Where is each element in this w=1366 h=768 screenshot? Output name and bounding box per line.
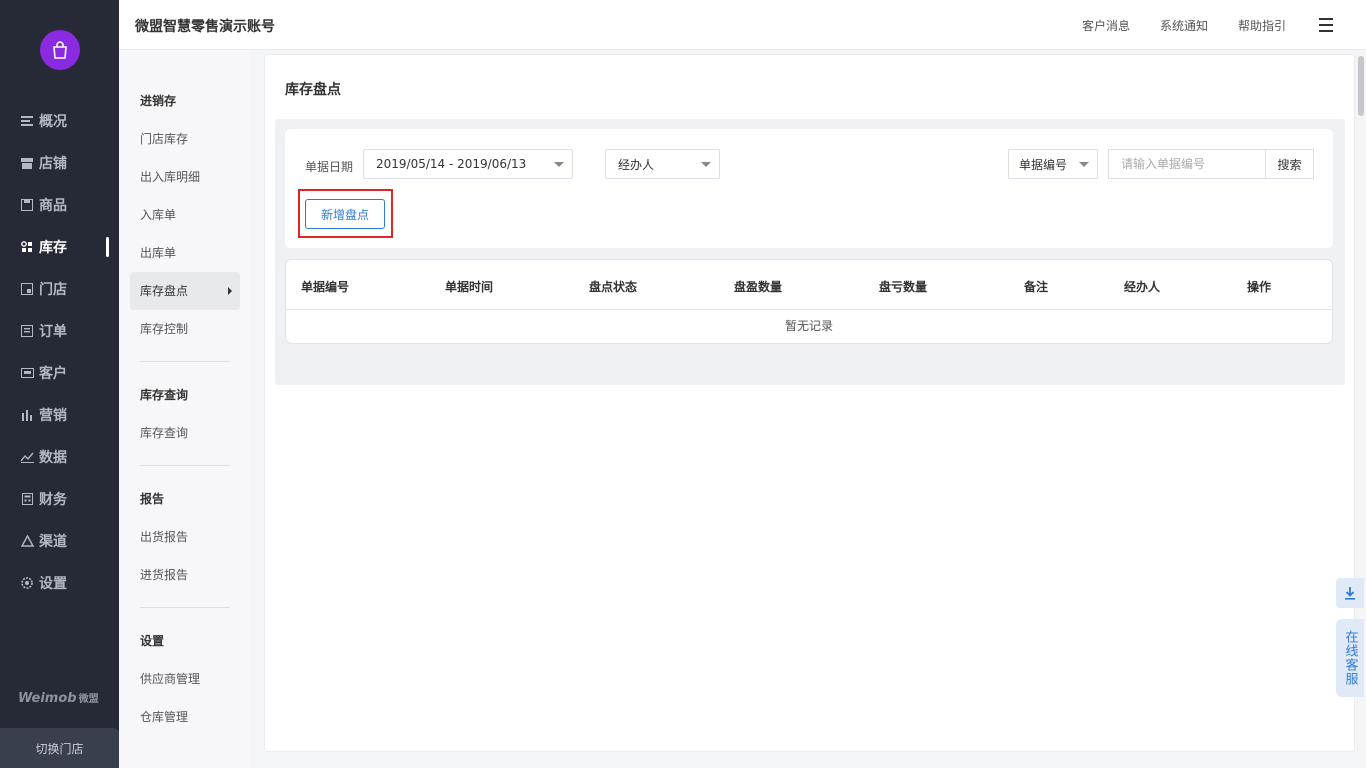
column-header: 操作 — [1247, 280, 1272, 294]
nav-item-channel[interactable]: 渠道 — [0, 520, 119, 562]
grid-icon — [20, 240, 34, 254]
nav-item-order[interactable]: 订单 — [0, 310, 119, 352]
subnav-item-stock-control[interactable]: 库存控制 — [140, 310, 250, 348]
column-header: 盘点状态 — [589, 280, 638, 294]
product-icon — [20, 198, 34, 212]
subnav-group-settings: 设置 供应商管理 仓库管理 — [119, 622, 250, 736]
nav-item-store[interactable]: 店铺 — [0, 142, 119, 184]
nav-item-overview[interactable]: 概况 — [0, 100, 119, 142]
switch-store-button[interactable]: 切换门店 — [0, 728, 119, 768]
gear-icon — [20, 576, 34, 590]
shopping-bag-logo-icon[interactable] — [40, 30, 80, 70]
subnav-group-title: 设置 — [140, 634, 165, 648]
subnav-item-inbound[interactable]: 入库单 — [140, 196, 250, 234]
system-notice-link[interactable]: 系统通知 — [1160, 17, 1208, 34]
subnav-item-purchase-report[interactable]: 进货报告 — [140, 556, 250, 594]
nav-item-shop[interactable]: 门店 — [0, 268, 119, 310]
search-type-select[interactable]: 单据编号 — [1008, 149, 1098, 179]
nav-list: 概况 店铺 商品 库存 门店 订单 客户 营销 数据 财务 渠道 设置 — [0, 100, 119, 604]
subnav-group-title: 库存查询 — [140, 388, 189, 402]
shop-icon — [20, 282, 34, 296]
subnav-item-stocktake[interactable]: 库存盘点 — [130, 272, 240, 310]
bar-icon — [20, 408, 34, 422]
column-header: 备注 — [1024, 280, 1049, 294]
column-header: 单据时间 — [445, 280, 494, 294]
hamburger-menu-icon[interactable] — [1319, 18, 1333, 32]
caret-down-icon — [554, 162, 564, 167]
calculator-icon — [20, 492, 34, 506]
subnav-group-title: 报告 — [140, 492, 165, 506]
subnav-item-shipping-report[interactable]: 出货报告 — [140, 518, 250, 556]
help-guide-link[interactable]: 帮助指引 — [1238, 17, 1286, 34]
divider — [140, 607, 230, 608]
column-header: 盘亏数量 — [879, 280, 928, 294]
subnav-item-stock-query[interactable]: 库存查询 — [140, 414, 250, 452]
operator-select-value: 经办人 — [618, 157, 655, 172]
nav-item-customer[interactable]: 客户 — [0, 352, 119, 394]
search-type-value: 单据编号 — [1019, 157, 1068, 172]
online-service-button[interactable]: 在线客服 — [1336, 619, 1364, 697]
subnav-item-warehouse[interactable]: 仓库管理 — [140, 698, 250, 736]
list-icon — [20, 114, 34, 128]
nav-item-settings[interactable]: 设置 — [0, 562, 119, 604]
search-button[interactable]: 搜索 — [1265, 149, 1314, 179]
date-range-picker[interactable]: 2019/05/14 - 2019/06/13 — [363, 149, 573, 179]
subnav-group-report: 报告 出货报告 进货报告 — [119, 480, 250, 594]
subnav-group-jxc: 进销存 门店库存 出入库明细 入库单 出库单 库存盘点 库存控制 — [119, 82, 250, 348]
filter-bar: 单据日期 2019/05/14 - 2019/06/13 经办人 单据编号 搜索… — [285, 129, 1333, 248]
nav-item-marketing[interactable]: 营销 — [0, 394, 119, 436]
account-name: 微盟智慧零售演示账号 — [135, 19, 275, 35]
subnav-item-in-out-detail[interactable]: 出入库明细 — [140, 158, 250, 196]
subnav-item-supplier[interactable]: 供应商管理 — [140, 660, 250, 698]
search-input[interactable] — [1108, 149, 1266, 179]
top-header: 微盟智慧零售演示账号 客户消息 系统通知 帮助指引 — [119, 0, 1366, 50]
weimob-brand-logo: Weimob 微盟 — [18, 691, 99, 706]
date-range-value: 2019/05/14 - 2019/06/13 — [376, 157, 527, 171]
main-nav: 概况 店铺 商品 库存 门店 订单 客户 营销 数据 财务 渠道 设置 Weim… — [0, 0, 119, 768]
date-label: 单据日期 — [305, 160, 354, 174]
download-icon[interactable] — [1336, 578, 1364, 608]
subnav-item-store-stock[interactable]: 门店库存 — [140, 120, 250, 158]
caret-down-icon — [701, 162, 711, 167]
table-header: 单据编号 单据时间 盘点状态 盘盈数量 盘亏数量 备注 经办人 操作 — [286, 260, 1332, 310]
main-content: 库存盘点 单据日期 2019/05/14 - 2019/06/13 经办人 单据… — [264, 54, 1355, 752]
chart-icon — [20, 450, 34, 464]
store-icon — [20, 156, 34, 170]
customer-messages-link[interactable]: 客户消息 — [1082, 17, 1130, 34]
page-title: 库存盘点 — [285, 82, 341, 98]
scrollbar[interactable] — [1358, 56, 1364, 116]
sub-nav: 进销存 门店库存 出入库明细 入库单 出库单 库存盘点 库存控制 库存查询 库存… — [119, 50, 250, 768]
add-stocktake-button[interactable]: 新增盘点 — [305, 199, 385, 229]
nav-item-product[interactable]: 商品 — [0, 184, 119, 226]
vip-icon — [20, 366, 34, 380]
nav-item-data[interactable]: 数据 — [0, 436, 119, 478]
caret-down-icon — [1079, 162, 1089, 167]
column-header: 经办人 — [1124, 280, 1161, 294]
nav-item-finance[interactable]: 财务 — [0, 478, 119, 520]
divider — [140, 465, 230, 466]
empty-state: 暂无记录 — [784, 319, 833, 333]
subnav-group-title: 进销存 — [140, 94, 177, 108]
order-icon — [20, 324, 34, 338]
nav-item-inventory[interactable]: 库存 — [0, 226, 119, 268]
recycle-icon — [20, 534, 34, 548]
subnav-item-outbound[interactable]: 出库单 — [140, 234, 250, 272]
operator-select[interactable]: 经办人 — [605, 149, 720, 179]
content-panel: 单据日期 2019/05/14 - 2019/06/13 经办人 单据编号 搜索… — [275, 119, 1345, 385]
header-links: 客户消息 系统通知 帮助指引 — [1082, 17, 1286, 34]
stocktake-table: 单据编号 单据时间 盘点状态 盘盈数量 盘亏数量 备注 经办人 操作 暂无记录 — [285, 259, 1333, 344]
column-header: 盘盈数量 — [734, 280, 783, 294]
divider — [140, 361, 230, 362]
subnav-group-query: 库存查询 库存查询 — [119, 376, 250, 452]
column-header: 单据编号 — [301, 280, 350, 294]
